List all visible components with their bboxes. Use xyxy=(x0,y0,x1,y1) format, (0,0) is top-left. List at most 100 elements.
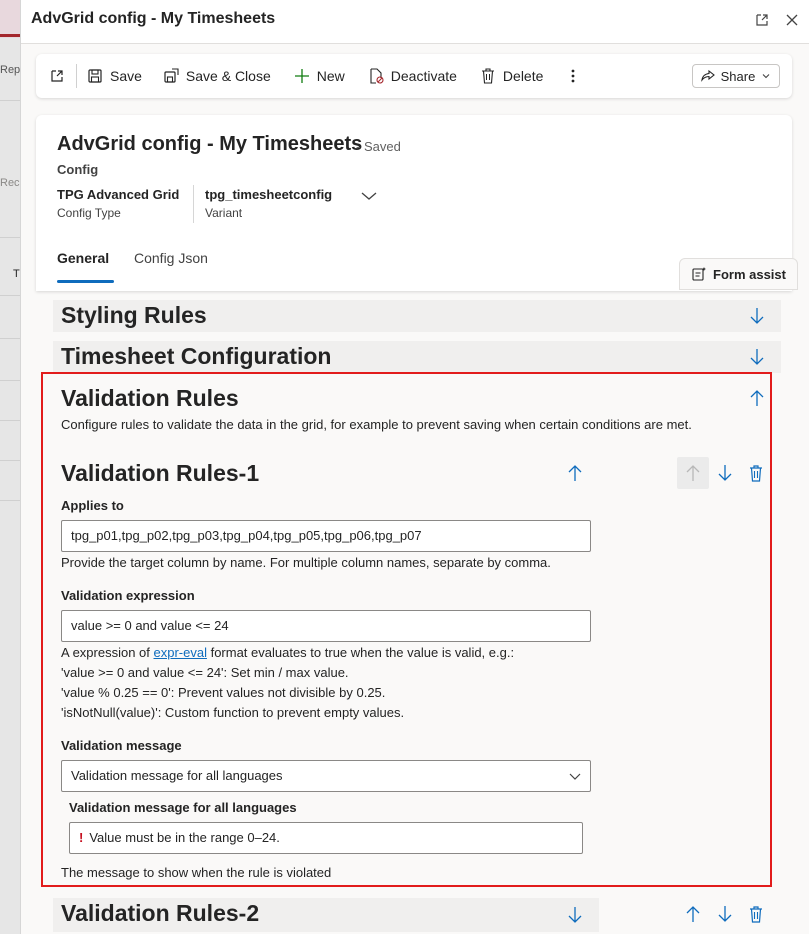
save-close-label: Save & Close xyxy=(185,68,271,84)
validation-message-label: Validation message xyxy=(61,738,182,753)
form-assist-button[interactable]: Form assist xyxy=(679,258,798,290)
new-label: New xyxy=(316,68,345,84)
form-assist-icon xyxy=(692,267,706,281)
expand-down-arrow-icon[interactable] xyxy=(745,345,769,369)
config-type-label: Config Type xyxy=(57,206,121,220)
message-all-languages-label: Validation message for all languages xyxy=(69,800,297,815)
help-text-prefix: A expression of xyxy=(61,645,154,660)
trash-icon xyxy=(481,68,494,84)
validation-message-select-value: Validation message for all languages xyxy=(71,768,283,783)
variant-value: tpg_timesheetconfig xyxy=(205,187,333,202)
exclamation-icon: ! xyxy=(79,830,84,845)
record-save-status: - Saved xyxy=(356,139,401,154)
tab-general[interactable]: General xyxy=(57,250,109,266)
section-title: Styling Rules xyxy=(61,302,207,328)
close-icon[interactable] xyxy=(781,9,803,31)
form-assist-label: Form assist xyxy=(713,266,786,282)
toolbar-separator xyxy=(76,64,77,88)
expand-down-arrow-icon[interactable] xyxy=(563,903,587,927)
delete-rule-trash-icon[interactable] xyxy=(744,461,768,485)
delete-rule-trash-icon[interactable] xyxy=(744,902,768,926)
dialog-title: AdvGrid config - My Timesheets xyxy=(31,10,276,27)
chevron-down-icon xyxy=(762,74,770,79)
background-app-text: Rec xyxy=(0,177,20,189)
expression-example-3: 'isNotNull(value)': Custom function to p… xyxy=(61,705,405,720)
applies-to-label: Applies to xyxy=(61,498,124,513)
move-up-arrow-icon[interactable] xyxy=(681,902,705,926)
plus-icon xyxy=(294,69,309,83)
expression-example-1: 'value >= 0 and value <= 24': Set min / … xyxy=(61,665,349,680)
share-button[interactable]: Share xyxy=(692,64,780,88)
section-title: Timesheet Configuration xyxy=(61,343,332,369)
validation-rules-title: Validation Rules xyxy=(61,385,239,411)
deactivate-button[interactable]: Deactivate xyxy=(368,54,457,98)
expand-down-arrow-icon[interactable] xyxy=(745,304,769,328)
move-up-button[interactable] xyxy=(677,457,709,489)
validation-expression-input[interactable]: value >= 0 and value <= 24 xyxy=(61,610,591,642)
move-up-arrow-icon xyxy=(686,465,700,481)
expression-example-2: 'value % 0.25 == 0': Prevent values not … xyxy=(61,685,386,700)
section-styling-rules[interactable]: Styling Rules xyxy=(53,300,781,332)
deactivate-icon xyxy=(370,68,384,84)
header-expand-chevron-icon[interactable] xyxy=(360,189,378,207)
config-type-value: TPG Advanced Grid xyxy=(57,187,180,202)
save-button[interactable]: Save xyxy=(87,54,142,98)
background-app-accent xyxy=(0,34,20,37)
validation-message-select[interactable]: Validation message for all languages xyxy=(61,760,591,792)
config-dialog: AdvGrid config - My Timesheets Save Save… xyxy=(20,0,809,934)
expand-icon[interactable] xyxy=(751,9,773,31)
share-icon xyxy=(700,69,715,82)
validation-message-value: Value must be in the range 0–24. xyxy=(89,830,280,845)
validation-message-input[interactable]: ! Value must be in the range 0–24. xyxy=(69,822,583,854)
validation-rules-description: Configure rules to validate the data in … xyxy=(61,417,692,432)
section-timesheet-configuration[interactable]: Timesheet Configuration xyxy=(53,341,781,373)
applies-to-input[interactable]: tpg_p01,tpg_p02,tpg_p03,tpg_p04,tpg_p05,… xyxy=(61,520,591,552)
background-app-bar xyxy=(0,0,20,38)
move-down-arrow-icon[interactable] xyxy=(713,902,737,926)
expr-eval-link[interactable]: expr-eval xyxy=(154,645,207,660)
tab-config-json[interactable]: Config Json xyxy=(134,250,208,266)
validation-expression-help: A expression of expr-eval format evaluat… xyxy=(61,645,514,660)
open-in-new-window-button[interactable] xyxy=(49,54,72,98)
background-app-text: Rep xyxy=(0,64,20,76)
record-entity-name: Config xyxy=(57,162,99,177)
background-app: Rep Rec T xyxy=(0,0,20,934)
record-title: AdvGrid config - My Timesheets xyxy=(57,133,363,155)
dialog-header: AdvGrid config - My Timesheets xyxy=(21,0,809,44)
background-divider xyxy=(0,338,20,339)
background-divider xyxy=(0,237,20,238)
validation-expression-label: Validation expression xyxy=(61,588,195,603)
applies-to-help: Provide the target column by name. For m… xyxy=(61,555,551,570)
validation-rule-1-title: Validation Rules-1 xyxy=(61,460,260,486)
save-icon xyxy=(88,69,102,83)
delete-label: Delete xyxy=(502,68,544,84)
background-divider xyxy=(0,420,20,421)
delete-button[interactable]: Delete xyxy=(480,54,543,98)
collapse-up-arrow-icon[interactable] xyxy=(745,386,769,410)
move-down-arrow-icon[interactable] xyxy=(713,461,737,485)
header-field-divider xyxy=(193,185,194,223)
save-label: Save xyxy=(110,68,142,84)
save-close-button[interactable]: Save & Close xyxy=(163,54,271,98)
background-divider xyxy=(0,295,20,296)
variant-label: Variant xyxy=(205,206,243,220)
background-divider xyxy=(0,380,20,381)
validation-message-help: The message to show when the rule is vio… xyxy=(61,865,332,880)
command-bar: Save Save & Close New Deactivate Delete … xyxy=(36,54,792,98)
active-tab-indicator xyxy=(57,280,114,283)
background-divider xyxy=(0,460,20,461)
section-validation-rules-2[interactable]: Validation Rules-2 xyxy=(53,898,599,932)
section-title: Validation Rules-2 xyxy=(61,900,260,926)
share-label: Share xyxy=(720,68,756,84)
save-close-icon xyxy=(164,68,179,83)
background-divider xyxy=(0,100,20,101)
deactivate-label: Deactivate xyxy=(390,68,457,84)
chevron-down-icon xyxy=(569,773,581,780)
more-commands-button[interactable] xyxy=(571,54,582,98)
background-divider xyxy=(0,500,20,501)
open-new-window-icon xyxy=(51,70,63,82)
new-button[interactable]: New xyxy=(294,54,345,98)
help-text-suffix: format evaluates to true when the value … xyxy=(206,645,515,660)
more-vertical-icon xyxy=(571,69,575,83)
collapse-rule-up-arrow-icon[interactable] xyxy=(563,461,587,485)
